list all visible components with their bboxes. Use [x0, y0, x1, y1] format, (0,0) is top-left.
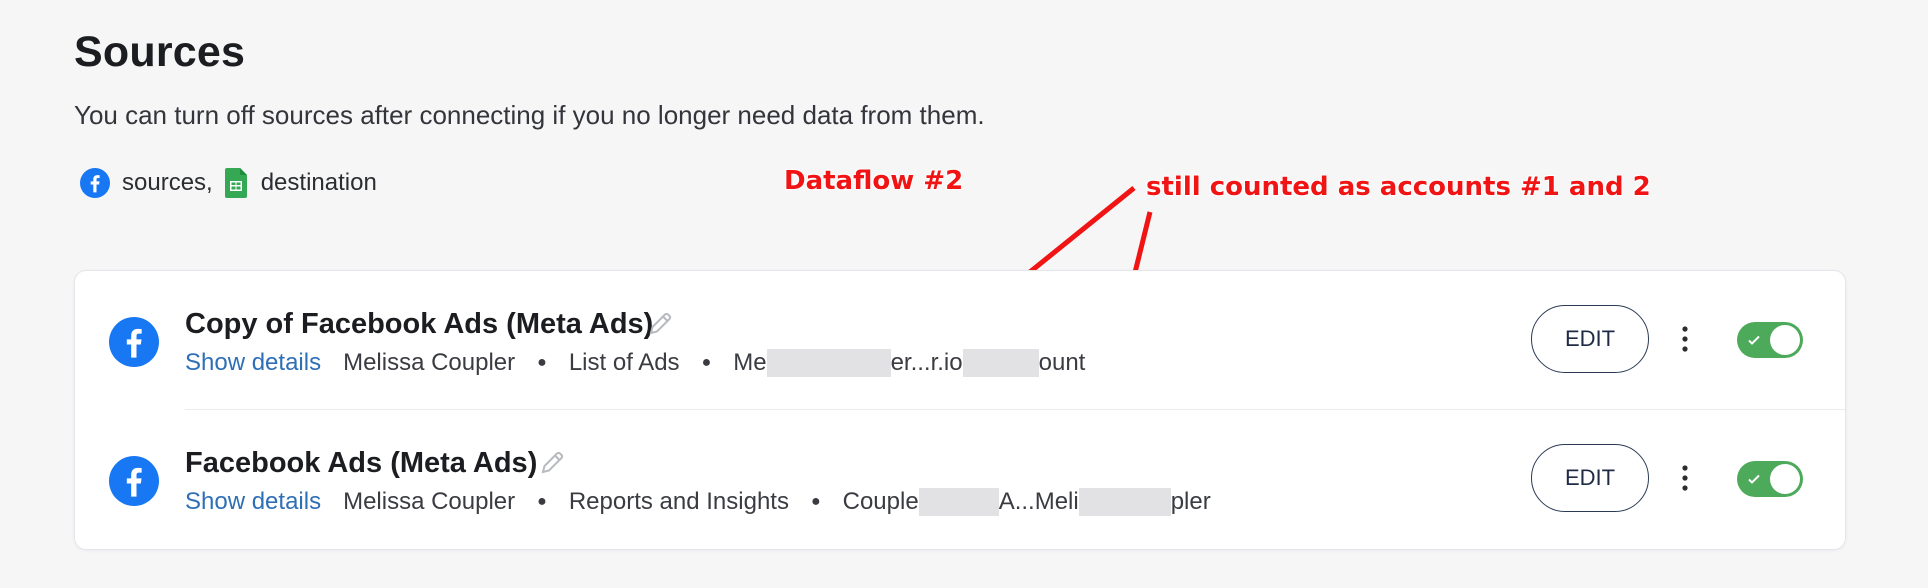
separator-dot: ● [810, 493, 821, 510]
annotation-dataflow: Dataflow #2 [784, 166, 964, 196]
source-enabled-toggle[interactable] [1737, 322, 1803, 358]
redacted-block [962, 349, 1039, 377]
dataflow-legend: sources, destination [80, 168, 377, 198]
source-owner: Melissa Coupler [343, 349, 516, 376]
sources-card: Copy of Facebook Ads (Meta Ads) Show det… [74, 270, 1846, 550]
legend-sources-label: sources, [122, 169, 213, 196]
source-account-part: A...Meli [998, 488, 1079, 515]
separator-dot: ● [537, 354, 547, 371]
check-icon [1748, 474, 1760, 484]
source-account-part: er...r.io [890, 349, 963, 376]
separator-dot: ● [701, 354, 712, 371]
pencil-icon[interactable] [537, 448, 567, 478]
toggle-knob [1770, 325, 1800, 355]
source-account-part: Me [733, 349, 767, 376]
facebook-icon [109, 317, 159, 367]
source-report: List of Ads [568, 349, 680, 376]
edit-button[interactable]: EDIT [1531, 444, 1649, 512]
source-owner: Melissa Coupler [343, 488, 516, 515]
toggle-knob [1770, 464, 1800, 494]
check-icon [1748, 335, 1760, 345]
source-report: Reports and Insights [568, 488, 789, 515]
more-options-icon[interactable] [1675, 460, 1695, 496]
edit-button[interactable]: EDIT [1531, 305, 1649, 373]
page-title: Sources [74, 28, 246, 76]
redacted-block [918, 488, 999, 516]
pencil-icon[interactable] [645, 309, 675, 339]
google-sheets-icon [224, 168, 247, 198]
source-meta: Show details Melissa Coupler ● List of A… [185, 349, 1085, 377]
page-subtitle: You can turn off sources after connectin… [74, 100, 985, 130]
show-details-link[interactable]: Show details [185, 349, 321, 377]
more-options-icon[interactable] [1675, 321, 1695, 357]
redacted-block [1078, 488, 1171, 516]
redacted-block [766, 349, 891, 377]
source-account-part: ount [1038, 349, 1086, 376]
source-name: Copy of Facebook Ads (Meta Ads) [185, 308, 654, 340]
source-row: Copy of Facebook Ads (Meta Ads) Show det… [75, 271, 1845, 409]
source-account-part: pler [1170, 488, 1211, 515]
source-account-part: Couple [842, 488, 919, 515]
show-details-link[interactable]: Show details [185, 488, 321, 516]
source-enabled-toggle[interactable] [1737, 461, 1803, 497]
facebook-icon [109, 456, 159, 506]
source-name: Facebook Ads (Meta Ads) [185, 447, 538, 479]
facebook-icon [80, 168, 110, 198]
source-meta: Show details Melissa Coupler ● Reports a… [185, 488, 1211, 516]
legend-destination-label: destination [260, 169, 377, 196]
annotation-counted-accounts: still counted as accounts #1 and 2 [1146, 172, 1651, 202]
separator-dot: ● [537, 493, 547, 510]
source-row: Facebook Ads (Meta Ads) Show details Mel… [75, 410, 1845, 548]
